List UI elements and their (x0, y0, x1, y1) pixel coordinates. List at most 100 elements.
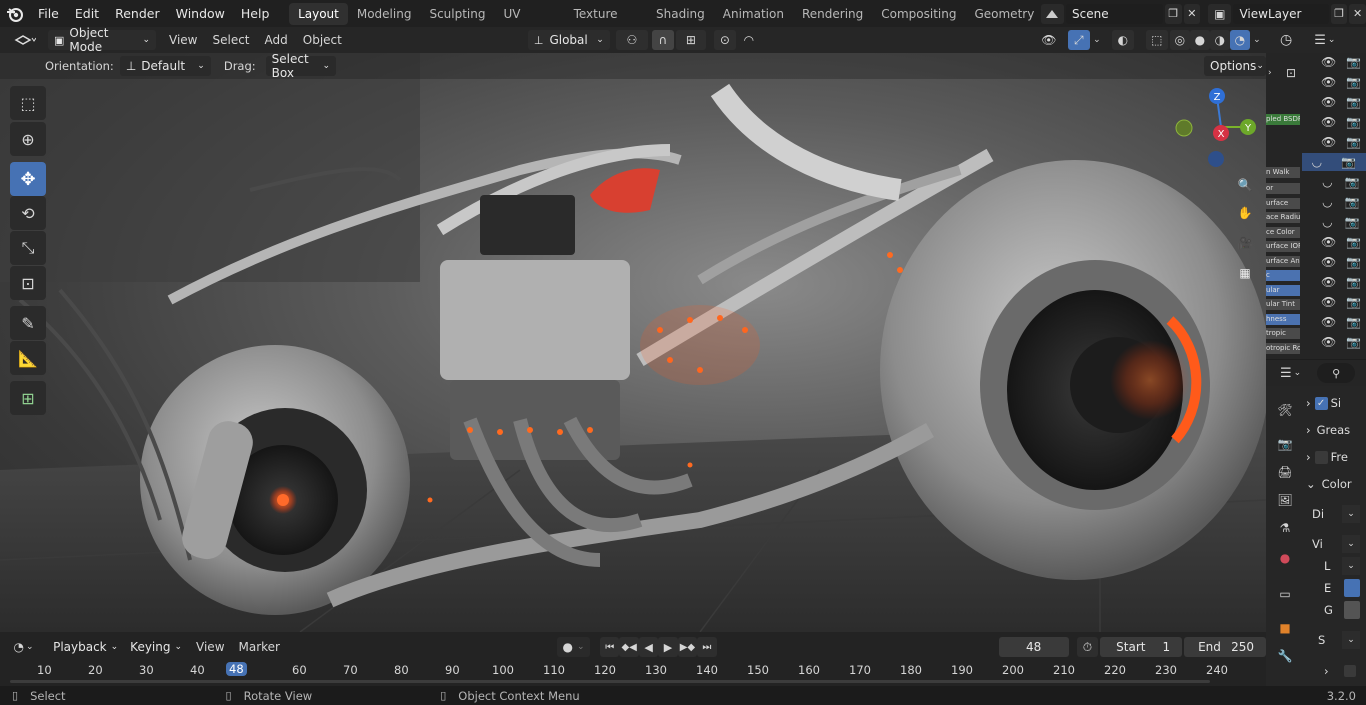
eye-closed-icon[interactable]: ◡ (1312, 155, 1322, 169)
rotate-tool[interactable]: ⟲ (10, 196, 46, 230)
blender-logo-icon[interactable] (0, 0, 30, 27)
tab-sculpting[interactable]: Sculpting (420, 3, 494, 25)
shading-solid-button[interactable]: ● (1189, 30, 1210, 50)
view-layer-selector-button[interactable]: ▣ (1208, 3, 1232, 24)
shading-rendered-button[interactable]: ◔ (1229, 30, 1250, 50)
editor-type-button[interactable] (8, 30, 42, 50)
select-box-tool[interactable]: ⬚ (10, 86, 46, 120)
tab-modeling[interactable]: Modeling (348, 3, 421, 25)
shading-wireframe-button[interactable]: ◎ (1169, 30, 1190, 50)
checkbox-icon[interactable] (1314, 450, 1328, 464)
output-properties-tab[interactable]: 🖨 (1272, 460, 1298, 484)
viewport-menu-view[interactable]: View (169, 33, 197, 47)
new-view-layer-button[interactable]: ❐ (1330, 3, 1348, 24)
move-tool[interactable]: ✥ (10, 162, 46, 196)
camera-render-icon[interactable]: 📷 (1346, 295, 1361, 309)
prev-keyframe-button[interactable]: ◆◀ (619, 637, 639, 657)
display-device-dropdown[interactable]: ⌄ (1342, 505, 1360, 523)
checkbox-checked-icon[interactable]: ✓ (1314, 396, 1328, 410)
options-dropdown[interactable]: Options ⌄ (1204, 56, 1266, 76)
annotate-tool[interactable]: ✎ (10, 306, 46, 340)
play-reverse-button[interactable]: ◀ (638, 637, 659, 657)
snap-toggle-button[interactable]: ∩ (651, 30, 674, 50)
camera-render-icon[interactable]: 📷 (1346, 55, 1361, 69)
camera-render-icon[interactable]: 📷 (1346, 75, 1361, 89)
add-cube-tool[interactable]: ⊞ (10, 381, 46, 415)
modifier-properties-tab[interactable]: 🔧 (1272, 644, 1298, 668)
gamma-field[interactable] (1344, 601, 1360, 619)
outliner-expand-arrow[interactable]: › (1268, 68, 1272, 78)
camera-view-button[interactable]: 🎥 (1232, 230, 1258, 256)
scene-name-field[interactable]: Scene (1066, 3, 1163, 24)
keying-menu[interactable]: Keying ⌄ (124, 637, 188, 657)
world-properties-tab[interactable]: ● (1272, 546, 1298, 570)
viewport-menu-object[interactable]: Object (303, 33, 342, 47)
eye-icon[interactable]: 👁 (1321, 75, 1336, 89)
properties-editor-icon[interactable]: ☰ (1280, 366, 1292, 381)
camera-render-icon[interactable]: 📷 (1345, 195, 1360, 209)
menu-file[interactable]: File (30, 6, 67, 21)
menu-render[interactable]: Render (107, 6, 168, 21)
play-button[interactable]: ▶ (658, 637, 678, 657)
mode-selector[interactable]: ▣ Object Mode ⌄ (48, 26, 156, 54)
proportional-falloff-button[interactable]: ◠ (738, 30, 760, 50)
panel-color-management[interactable]: ⌄ Color (1306, 473, 1364, 495)
camera-render-icon[interactable]: 📷 (1346, 135, 1361, 149)
viewport-menu-select[interactable]: Select (212, 33, 249, 47)
menu-window[interactable]: Window (168, 6, 233, 21)
pan-view-button[interactable]: ✋ (1232, 200, 1258, 226)
tab-texture-paint[interactable]: Texture Paint (565, 3, 647, 43)
eye-icon[interactable]: 👁 (1321, 335, 1336, 349)
tab-animation[interactable]: Animation (714, 3, 793, 25)
sequencer-dropdown[interactable]: ⌄ (1342, 631, 1360, 649)
shading-material-button[interactable]: ◑ (1209, 30, 1230, 50)
outliner-filter-icon[interactable]: ⊡ (1286, 66, 1296, 80)
xray-toggle-button[interactable]: ⬚ (1145, 30, 1168, 50)
eye-icon[interactable]: 👁 (1321, 315, 1336, 329)
proportional-edit-button[interactable]: ⊙ (713, 30, 736, 50)
start-frame-field[interactable]: Start 1 (1100, 637, 1183, 657)
auto-keying-button[interactable]: ● ⌄ (557, 637, 591, 657)
eye-icon[interactable]: 👁 (1321, 115, 1336, 129)
properties-search-field[interactable]: ⚲ (1317, 363, 1356, 383)
overlays-toggle-button[interactable]: ◐ (1111, 30, 1134, 50)
gizmo-neg-z-axis[interactable] (1208, 151, 1224, 167)
cursor-tool[interactable]: ⊕ (10, 122, 46, 156)
outliner-display-mode-icon[interactable]: ☰ (1314, 33, 1326, 48)
visibility-selectability-button[interactable]: 👁 (1034, 30, 1064, 50)
eye-icon[interactable]: 👁 (1321, 95, 1336, 109)
next-keyframe-button[interactable]: ▶◆ (677, 637, 698, 657)
current-frame-field[interactable]: 48 (998, 637, 1069, 657)
snap-target-button[interactable]: ⊞ (675, 30, 706, 50)
look-dropdown[interactable]: ⌄ (1342, 557, 1360, 575)
tab-uv-editing[interactable]: UV Editing (495, 3, 565, 43)
camera-render-icon[interactable]: 📷 (1345, 175, 1360, 189)
view-layer-field[interactable]: ViewLayer (1233, 3, 1329, 24)
view-layer-properties-tab[interactable]: 🖼 (1272, 488, 1298, 512)
camera-render-icon[interactable]: 📷 (1341, 155, 1356, 169)
menu-help[interactable]: Help (233, 6, 278, 21)
camera-render-icon[interactable]: 📷 (1345, 215, 1360, 229)
timeline-marker-menu[interactable]: Marker (239, 640, 280, 654)
camera-render-icon[interactable]: 📷 (1346, 315, 1361, 329)
jump-start-button[interactable]: ⏮ (600, 637, 620, 657)
measure-tool[interactable]: 📐 (10, 341, 46, 375)
perspective-toggle-button[interactable]: ▦ (1232, 260, 1258, 286)
panel-simplify[interactable]: › ✓ Si (1306, 392, 1364, 414)
eye-closed-icon[interactable]: ◡ (1322, 195, 1332, 209)
drag-setting-dropdown[interactable]: Select Box ⌄ (265, 52, 336, 80)
menu-edit[interactable]: Edit (67, 6, 107, 21)
orientation-setting-dropdown[interactable]: ⊥ Default ⌄ (119, 56, 211, 76)
eye-closed-icon[interactable]: ◡ (1322, 175, 1332, 189)
eye-closed-icon[interactable]: ◡ (1322, 215, 1332, 229)
timeline-view-menu[interactable]: View (196, 640, 224, 654)
tab-geometry-nodes[interactable]: Geometry Noc (965, 3, 1036, 25)
checkbox-icon[interactable] (1344, 665, 1356, 677)
eye-icon[interactable]: 👁 (1321, 275, 1336, 289)
tab-rendering[interactable]: Rendering (793, 3, 872, 25)
timeline-editor-type-button[interactable]: ◔ ⌄ (8, 637, 39, 657)
delete-scene-button[interactable]: ✕ (1183, 3, 1201, 24)
camera-render-icon[interactable]: 📷 (1346, 275, 1361, 289)
tool-properties-tab[interactable]: 🛠 (1272, 398, 1298, 422)
scrollbar-thumb[interactable] (10, 680, 1210, 683)
